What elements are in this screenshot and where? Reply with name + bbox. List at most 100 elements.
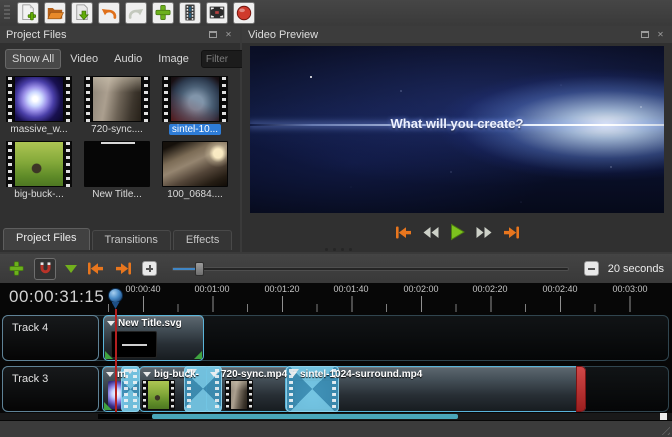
clip-menu-chevron-icon[interactable] xyxy=(289,372,297,377)
clip-thumbnail xyxy=(142,380,175,410)
file-item[interactable]: 720-sync.... xyxy=(80,76,154,140)
zoom-in-button[interactable] xyxy=(142,261,157,276)
tab-transitions[interactable]: Transitions xyxy=(92,230,171,250)
film-strip-icon xyxy=(181,3,199,22)
magnet-icon xyxy=(38,261,53,276)
toolbar-drag-grip[interactable] xyxy=(4,5,10,20)
save-project-icon xyxy=(73,3,91,22)
dock-tabs: Project Files Transitions Effects xyxy=(3,227,232,250)
window-resize-grip[interactable] xyxy=(658,423,670,435)
fast-forward-icon xyxy=(475,226,493,239)
open-project-button[interactable] xyxy=(44,2,66,24)
zoom-out-button[interactable] xyxy=(584,261,599,276)
add-marker-button[interactable] xyxy=(65,265,77,273)
clip-menu-chevron-icon[interactable] xyxy=(106,372,114,377)
playhead-marker[interactable] xyxy=(108,288,123,303)
close-panel-icon[interactable] xyxy=(655,30,666,40)
rewind-button[interactable] xyxy=(422,223,440,241)
clip-label: m xyxy=(117,369,126,380)
play-button[interactable] xyxy=(449,223,466,241)
file-name: big-buck-... xyxy=(11,189,66,200)
save-project-button[interactable] xyxy=(71,2,93,24)
plus-icon xyxy=(154,3,172,22)
video-preview-title: Video Preview xyxy=(248,29,634,41)
timeline-toolbar: 20 seconds xyxy=(0,254,672,283)
filter-video-button[interactable]: Video xyxy=(63,49,105,69)
ruler-minor-ticks xyxy=(103,304,672,312)
import-files-button[interactable] xyxy=(152,2,174,24)
tab-project-files[interactable]: Project Files xyxy=(3,228,90,250)
export-video-button[interactable] xyxy=(233,2,255,24)
next-marker-button[interactable] xyxy=(114,261,133,276)
new-project-button[interactable] xyxy=(17,2,39,24)
clip-menu-chevron-icon[interactable] xyxy=(143,372,151,377)
stars-decoration xyxy=(310,76,312,78)
jump-start-icon xyxy=(394,225,413,240)
scrollbar-thumb[interactable] xyxy=(152,414,458,419)
file-thumbnail xyxy=(84,141,150,187)
undo-button[interactable] xyxy=(98,2,120,24)
openshot-window: Project Files Show All Video Audio Image… xyxy=(0,0,672,437)
choose-profile-button[interactable] xyxy=(179,2,201,24)
file-thumbnail xyxy=(162,76,228,122)
fast-forward-button[interactable] xyxy=(475,223,493,241)
track-name: Track 3 xyxy=(12,373,48,385)
undo-icon xyxy=(100,4,118,22)
float-panel-icon[interactable] xyxy=(639,30,650,40)
jump-to-end-button[interactable] xyxy=(502,223,521,241)
video-preview-screen[interactable]: What will you create? xyxy=(250,46,664,213)
scrollbar-end-grip[interactable] xyxy=(660,413,667,420)
playhead-timecode: 00:00:31:15 xyxy=(9,287,104,307)
add-track-button[interactable] xyxy=(8,260,25,277)
scrollbar-track-shade xyxy=(98,414,154,419)
video-preview-panel: Video Preview What will you create? xyxy=(242,26,672,252)
jump-end-icon xyxy=(502,225,521,240)
new-project-icon xyxy=(19,3,37,22)
project-files-header: Project Files xyxy=(0,26,240,43)
filter-audio-button[interactable]: Audio xyxy=(107,49,149,69)
file-item[interactable]: 100_0684.... xyxy=(158,141,232,205)
clip-new-title[interactable]: New Title.svg xyxy=(103,315,204,361)
timeline-horizontal-scrollbar[interactable] xyxy=(0,413,672,420)
file-item[interactable]: New Title... xyxy=(80,141,154,205)
clip-resize-handle-right[interactable] xyxy=(194,351,202,359)
float-panel-icon[interactable] xyxy=(207,30,218,40)
file-thumbnail xyxy=(162,141,228,187)
track-3-header[interactable]: Track 3 xyxy=(2,366,99,412)
file-item-selected[interactable]: sintel-10... xyxy=(158,76,232,140)
file-name: New Title... xyxy=(89,189,144,200)
clip-menu-chevron-icon[interactable] xyxy=(210,372,218,377)
timeline-zoom-slider[interactable] xyxy=(172,267,569,271)
timeline: 00:00:31:15 00:00:40 00:01:00 00:01:20 0… xyxy=(0,283,672,421)
record-circle-icon xyxy=(235,3,253,23)
file-name: massive_w... xyxy=(7,124,70,135)
previous-marker-button[interactable] xyxy=(86,261,105,276)
fullscreen-button[interactable] xyxy=(206,2,228,24)
filter-image-button[interactable]: Image xyxy=(151,49,196,69)
previous-marker-icon xyxy=(86,261,105,276)
project-files-title: Project Files xyxy=(6,29,202,41)
video-preview-header: Video Preview xyxy=(242,26,672,43)
clip-label: New Title.svg xyxy=(118,318,182,329)
clip-resize-handle-left[interactable] xyxy=(105,351,113,359)
jump-to-start-button[interactable] xyxy=(394,223,413,241)
filter-show-all-button[interactable]: Show All xyxy=(5,49,61,69)
filter-input[interactable] xyxy=(201,50,245,68)
close-panel-icon[interactable] xyxy=(223,30,234,40)
project-files-panel: Project Files Show All Video Audio Image… xyxy=(0,26,240,252)
slider-handle[interactable] xyxy=(195,262,204,276)
clip-label: 720-sync.mp4 xyxy=(221,369,287,380)
file-item[interactable]: massive_w... xyxy=(2,76,76,140)
panel-splitter-handle[interactable] xyxy=(318,247,358,251)
clip-resize-handle-left[interactable] xyxy=(104,402,112,410)
ruler-label: 00:02:20 xyxy=(460,284,520,294)
snapping-toggle-button[interactable] xyxy=(34,258,56,280)
file-item[interactable]: big-buck-... xyxy=(2,141,76,205)
track-4-header[interactable]: Track 4 xyxy=(2,315,99,361)
ruler-label: 00:01:40 xyxy=(321,284,381,294)
track-name: Track 4 xyxy=(12,322,48,334)
tab-effects[interactable]: Effects xyxy=(173,230,232,250)
redo-icon xyxy=(127,4,145,22)
redo-button[interactable] xyxy=(125,2,147,24)
file-name: sintel-10... xyxy=(169,124,221,135)
